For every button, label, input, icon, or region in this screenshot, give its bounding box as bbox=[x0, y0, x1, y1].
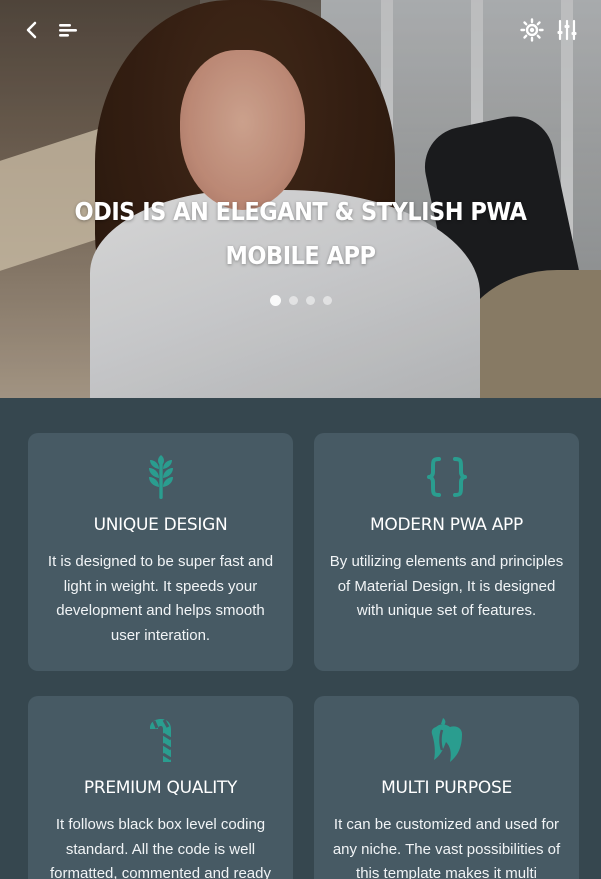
top-bar bbox=[0, 0, 601, 62]
feature-card-modern-pwa-app: MODERN PWA APP By utilizing elements and… bbox=[314, 433, 579, 671]
hero-title: ODIS IS AN ELEGANT & STYLISH PWA MOBILE … bbox=[74, 197, 527, 270]
settings-button[interactable] bbox=[553, 16, 581, 44]
feature-text: It can be customized and used for any ni… bbox=[332, 816, 561, 879]
feature-text: It follows black box level coding standa… bbox=[50, 816, 271, 879]
feature-card-multi-purpose: MULTI PURPOSE It can be customized and u… bbox=[314, 696, 579, 879]
menu-button[interactable] bbox=[54, 16, 82, 44]
feature-title: PREMIUM QUALITY bbox=[83, 778, 238, 798]
candy-cane-icon bbox=[149, 719, 172, 762]
wheat-icon bbox=[148, 455, 173, 499]
feature-title: MODERN PWA APP bbox=[370, 515, 523, 535]
slider-dot[interactable] bbox=[289, 296, 298, 305]
feature-text: It is designed to be super fast and ligh… bbox=[47, 553, 274, 644]
sun-icon bbox=[520, 18, 544, 42]
feature-card-premium-quality: PREMIUM QUALITY It follows black box lev… bbox=[28, 696, 293, 879]
slider-dot[interactable] bbox=[323, 296, 332, 305]
braces-icon bbox=[426, 457, 467, 497]
slider-dot[interactable] bbox=[306, 296, 315, 305]
slider-dot[interactable] bbox=[270, 295, 281, 306]
pepper-icon bbox=[431, 718, 462, 762]
theme-toggle-button[interactable] bbox=[518, 16, 546, 44]
slider-pagination bbox=[270, 295, 332, 306]
sliders-icon bbox=[557, 19, 577, 41]
menu-icon bbox=[59, 24, 77, 37]
feature-title: UNIQUE DESIGN bbox=[93, 515, 228, 535]
feature-card-unique-design: UNIQUE DESIGN It is designed to be super… bbox=[28, 433, 293, 671]
feature-title: MULTI PURPOSE bbox=[381, 778, 512, 798]
chevron-left-icon bbox=[26, 21, 37, 39]
hero-slider[interactable]: ODIS IS AN ELEGANT & STYLISH PWA MOBILE … bbox=[0, 0, 601, 398]
back-button[interactable] bbox=[18, 16, 46, 44]
feature-text: By utilizing elements and principles of … bbox=[329, 553, 564, 620]
